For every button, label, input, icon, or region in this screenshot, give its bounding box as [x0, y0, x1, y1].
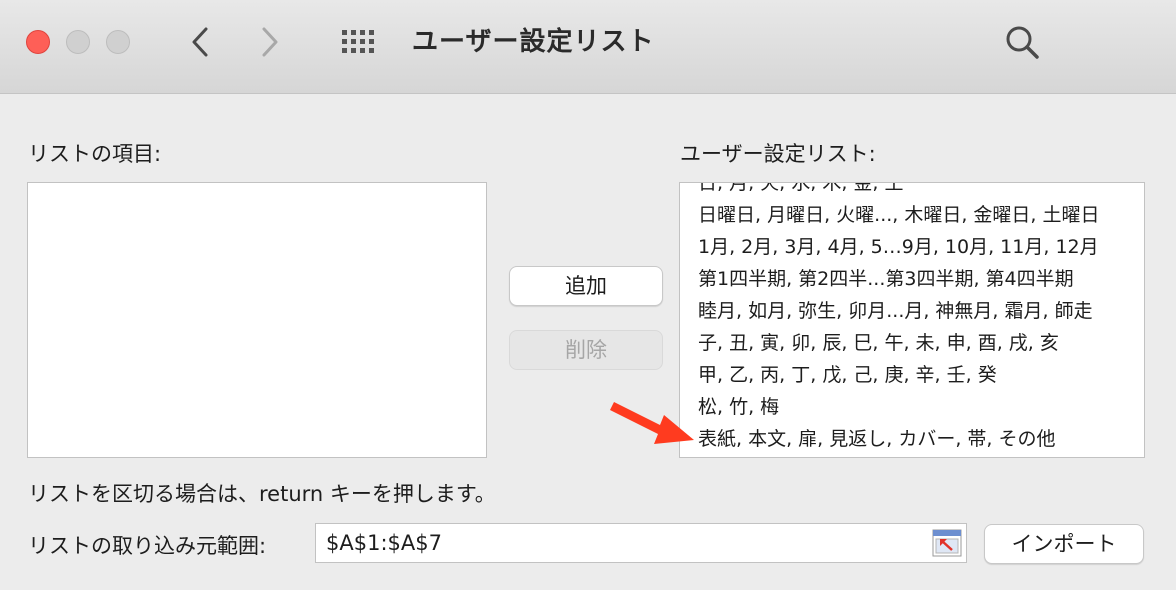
- title-bar: ユーザー設定リスト: [0, 0, 1176, 94]
- red-arrow-annotation: [610, 402, 694, 444]
- search-icon: [1006, 26, 1039, 59]
- list-item[interactable]: 表紙, 本文, 扉, 見返し, カバー, 帯, その他: [680, 423, 1144, 455]
- import-range-input[interactable]: $A$1:$A$7: [315, 523, 967, 563]
- window-title: ユーザー設定リスト: [412, 27, 655, 57]
- import-button[interactable]: インポート: [984, 524, 1144, 564]
- import-range-label: リストの取り込み元範囲:: [28, 534, 267, 558]
- chevron-left-icon: [192, 27, 208, 57]
- list-item[interactable]: 日, 月, 火, 水, 木, 金, 土: [680, 183, 1144, 199]
- hint-text: リストを区切る場合は、return キーを押します。: [28, 482, 496, 506]
- minimize-window-button[interactable]: [66, 30, 90, 54]
- collapse-dialog-icon[interactable]: [932, 529, 962, 557]
- list-item[interactable]: 甲, 乙, 丙, 丁, 戊, 己, 庚, 辛, 壬, 癸: [680, 359, 1144, 391]
- list-item[interactable]: 第1四半期, 第2四半...第3四半期, 第4四半期: [680, 263, 1144, 295]
- close-window-button[interactable]: [26, 30, 50, 54]
- forward-button[interactable]: [252, 24, 288, 60]
- list-items-label: リストの項目:: [28, 142, 162, 166]
- user-lists-label: ユーザー設定リスト:: [680, 142, 876, 166]
- list-item[interactable]: 1月, 2月, 3月, 4月, 5…9月, 10月, 11月, 12月: [680, 231, 1144, 263]
- grid-icon: [342, 30, 374, 53]
- add-button[interactable]: 追加: [509, 266, 663, 306]
- list-items-textarea[interactable]: [27, 182, 487, 458]
- list-item[interactable]: 子, 丑, 寅, 卯, 辰, 巳, 午, 未, 申, 酉, 戌, 亥: [680, 327, 1144, 359]
- chevron-right-icon: [262, 27, 278, 57]
- list-item[interactable]: 睦月, 如月, 弥生, 卯月...月, 神無月, 霜月, 師走: [680, 295, 1144, 327]
- user-lists-listbox[interactable]: 日, 月, 火, 水, 木, 金, 土 日曜日, 月曜日, 火曜..., 木曜日…: [679, 182, 1145, 458]
- zoom-window-button[interactable]: [106, 30, 130, 54]
- delete-button[interactable]: 削除: [509, 330, 663, 370]
- back-button[interactable]: [182, 24, 218, 60]
- show-all-preferences-button[interactable]: [336, 24, 380, 60]
- list-item[interactable]: 日曜日, 月曜日, 火曜..., 木曜日, 金曜日, 土曜日: [680, 199, 1144, 231]
- list-item[interactable]: 松, 竹, 梅: [680, 391, 1144, 423]
- search-button[interactable]: [1002, 22, 1042, 62]
